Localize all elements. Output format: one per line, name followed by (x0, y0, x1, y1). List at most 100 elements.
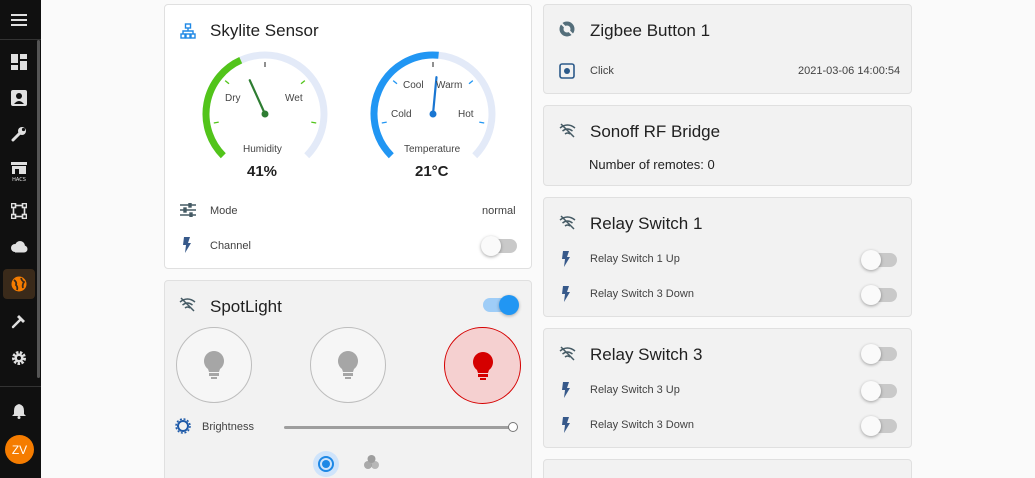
bulb-button[interactable] (176, 327, 252, 403)
spotlight-toggle[interactable] (483, 295, 519, 315)
skylite-sensor-card: Skylite Sensor Dry Wet Humidity 41% Cool… (164, 4, 532, 269)
flash-icon (562, 382, 570, 398)
gauge-tick (300, 80, 306, 85)
sidebar-item-notifications[interactable] (0, 394, 37, 428)
wifi-off-icon (179, 297, 196, 312)
click-label: Click (590, 65, 614, 77)
mode-label: Mode (210, 205, 238, 217)
relay-switch-3-down-toggle[interactable] (861, 416, 897, 436)
hammer-icon (11, 315, 25, 329)
cog-icon (11, 351, 26, 365)
sidebar: HACS ZV (0, 0, 41, 478)
sidebar-item-map[interactable] (0, 267, 37, 301)
humidity-wet-label: Wet (285, 93, 303, 104)
radiobox-icon (559, 63, 575, 79)
humidity-label: Humidity (243, 144, 282, 155)
wrench-icon (11, 127, 26, 142)
brightness-slider-thumb[interactable] (508, 422, 518, 432)
temperature-warm-label: Warm (436, 80, 463, 91)
temperature-cold-label: Cold (391, 109, 412, 120)
mode-value[interactable]: normal (482, 205, 516, 217)
relay-switch-1-up-toggle[interactable] (861, 250, 897, 270)
card-title: Zigbee Button 1 (590, 21, 711, 40)
flash-icon (562, 417, 570, 433)
bulb-button-active[interactable] (444, 327, 521, 404)
bell-icon (11, 404, 26, 419)
channel-toggle[interactable] (481, 236, 517, 256)
relay-switch-3-down-toggle[interactable] (861, 285, 897, 305)
temperature-hot-label: Hot (458, 109, 474, 120)
bulb-button[interactable] (310, 327, 386, 403)
sidebar-item-areas[interactable] (0, 194, 37, 228)
svg-text:HACS: HACS (12, 177, 26, 183)
card-title: Relay Switch 1 (590, 214, 703, 233)
sidebar-item-cloud[interactable] (0, 230, 37, 264)
flash-icon (183, 237, 191, 253)
temperature-label: Temperature (404, 144, 461, 155)
palette-rgb-icon[interactable] (363, 454, 380, 471)
temperature-value: 21°C (415, 163, 449, 180)
lightbulb-icon (338, 351, 358, 379)
sidebar-item-configuration[interactable] (0, 341, 37, 375)
wifi-off-icon (559, 215, 576, 230)
sidebar-item-persons[interactable] (0, 81, 37, 115)
sidebar-divider (0, 39, 41, 40)
relay-row-label: Relay Switch 3 Down (590, 288, 694, 300)
humidity-gauge-fill (202, 57, 243, 159)
color-temp-mode-button[interactable] (313, 451, 339, 477)
gauge-tick (381, 121, 387, 124)
network-icon (180, 23, 196, 39)
humidity-value: 41% (247, 163, 278, 180)
gauge-tick (224, 80, 230, 85)
gauge-tick (468, 80, 474, 85)
relay-row-label: Relay Switch 1 Up (590, 253, 680, 265)
relay-row-label: Relay Switch 3 Down (590, 419, 694, 431)
temperature-gauge-fill (370, 51, 439, 159)
gauge-tick (311, 121, 317, 124)
spotlight-card: SpotLight Brightness (164, 280, 532, 478)
temperature-cool-label: Cool (403, 80, 424, 91)
menu-button[interactable] (0, 3, 37, 37)
flash-icon (562, 286, 570, 302)
cloud-icon (10, 241, 27, 253)
vector-square-icon (10, 203, 27, 219)
sidebar-scrollbar[interactable] (37, 40, 40, 378)
tune-icon (180, 203, 196, 217)
brightness-icon (175, 418, 191, 434)
wifi-off-icon (559, 123, 576, 138)
sidebar-item-tools[interactable] (0, 117, 37, 151)
last-click-timestamp: 2021-03-06 14:00:54 (798, 65, 901, 77)
sidebar-item-overview[interactable] (0, 45, 37, 79)
globe-icon (11, 276, 26, 292)
relay-switch-3-toggle[interactable] (861, 344, 897, 364)
channel-label: Channel (210, 240, 251, 252)
gauge-tick (213, 121, 219, 124)
menu-icon (10, 14, 27, 26)
sidebar-divider (0, 386, 41, 387)
sidebar-item-hacs[interactable]: HACS (0, 155, 37, 189)
radio-selected-icon (318, 456, 334, 472)
gauge-tick (479, 121, 485, 124)
sidebar-item-developer-tools[interactable] (0, 304, 37, 338)
sonoff-rf-bridge-card: Sonoff RF Bridge Number of remotes: 0 (543, 105, 912, 186)
relay-switch-3-up-toggle[interactable] (861, 381, 897, 401)
humidity-needle (248, 79, 267, 116)
humidity-dry-label: Dry (225, 93, 241, 104)
card-title: Relay Switch 3 (590, 345, 703, 364)
wifi-off-icon (559, 346, 576, 361)
card-title: Skylite Sensor (210, 21, 319, 40)
card-title: Sonoff RF Bridge (590, 122, 721, 141)
card-title: SpotLight (210, 297, 282, 316)
brightness-slider[interactable] (284, 426, 513, 429)
relay-row-label: Relay Switch 3 Up (590, 384, 680, 396)
lightbulb-icon (472, 351, 493, 380)
next-card (543, 459, 912, 478)
hacs-store-icon: HACS (10, 162, 27, 183)
lightbulb-icon (204, 351, 224, 379)
gesture-tap-off-icon (559, 21, 575, 37)
brightness-label: Brightness (202, 421, 254, 433)
relay-switch-3-card: Relay Switch 3 Relay Switch 3 Up Relay S… (543, 328, 912, 448)
remotes-count-text: Number of remotes: 0 (589, 157, 715, 172)
avatar[interactable]: ZV (5, 435, 34, 464)
zigbee-button-card: Zigbee Button 1 Click 2021-03-06 14:00:5… (543, 4, 912, 94)
